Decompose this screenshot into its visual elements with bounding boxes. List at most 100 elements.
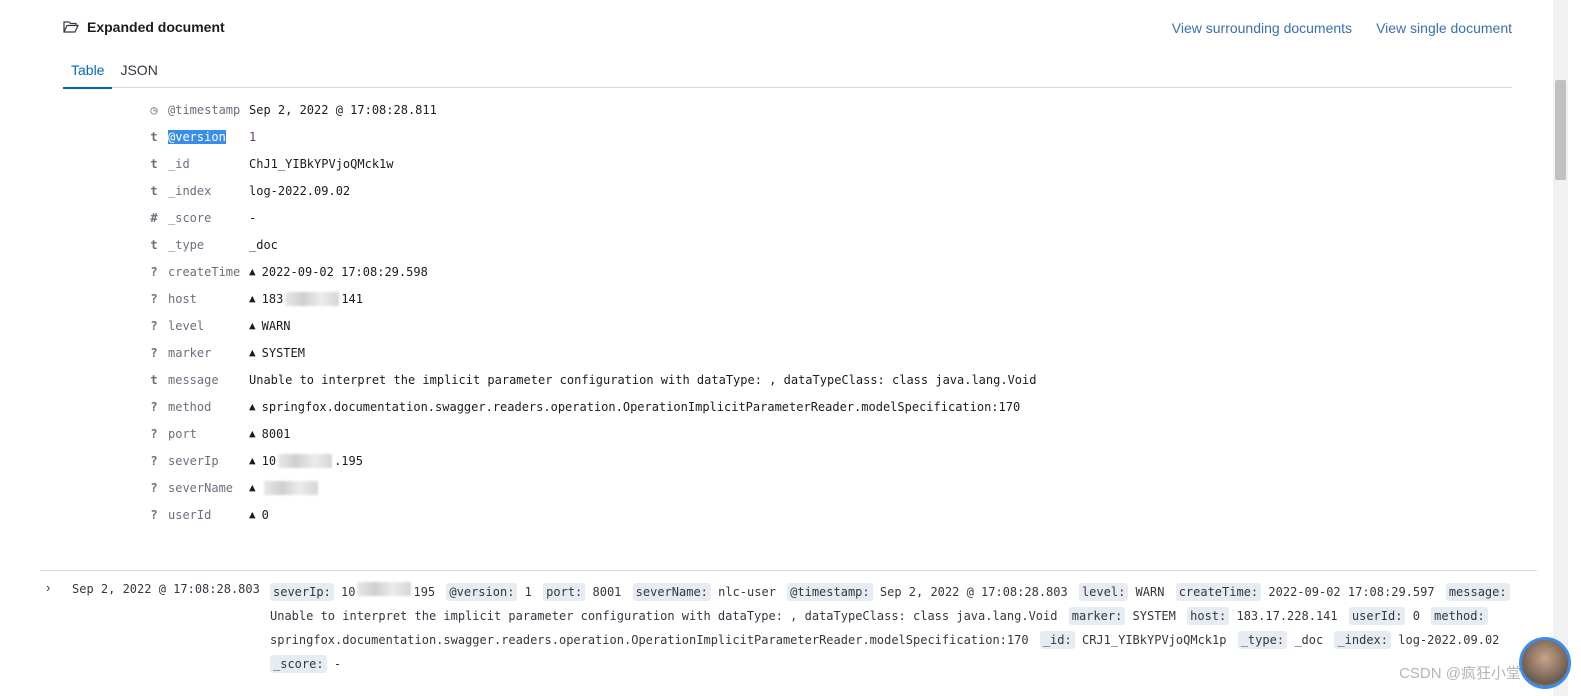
tab-table[interactable]: Table — [63, 58, 113, 89]
field-value: ▲ SYSTEM — [249, 345, 305, 360]
tab-json[interactable]: JSON — [112, 58, 165, 87]
field-type-icon: ? — [150, 453, 158, 468]
field-pair: marker: SYSTEM — [1068, 607, 1176, 625]
expanded-document-header: Expanded document — [63, 19, 225, 35]
warning-icon: ▲ — [249, 319, 256, 332]
field-key: marker: — [1068, 607, 1126, 625]
field-key: method: — [1431, 607, 1488, 625]
redacted-blur — [278, 453, 333, 468]
document-summary: severIp: 10 195 @version: 1 port: 8001 se… — [270, 580, 1532, 676]
field-name[interactable]: _index — [168, 184, 249, 198]
field-value: SYSTEM — [1132, 609, 1176, 623]
field-name[interactable]: severName — [168, 481, 249, 495]
field-value: ▲ — [249, 480, 320, 495]
field-row: # _score - — [140, 204, 1036, 231]
field-name[interactable]: @version — [168, 129, 249, 144]
field-name[interactable]: message — [168, 373, 249, 387]
field-value: log-2022.09.02 — [1398, 633, 1500, 647]
field-row: ? level ▲ WARN — [140, 312, 1036, 339]
scrollbar-thumb[interactable] — [1555, 80, 1566, 180]
warning-icon: ▲ — [249, 265, 256, 278]
field-value: _doc — [1294, 633, 1324, 647]
folder-open-icon — [63, 21, 79, 33]
field-type-icon: ? — [150, 480, 158, 495]
redacted-blur — [357, 582, 412, 596]
field-row: ? port ▲ 8001 — [140, 420, 1036, 447]
warning-icon: ▲ — [249, 292, 256, 305]
field-value: ▲ 10.195 — [249, 453, 363, 468]
field-value: Unable to interpret the implicit paramet… — [249, 372, 1037, 387]
expand-chevron-icon[interactable]: › — [46, 580, 50, 595]
field-pair: _type: _doc — [1237, 631, 1324, 649]
field-key: _score: — [270, 655, 327, 673]
field-row: ? method ▲ springfox.documentation.swagger.… — [140, 393, 1036, 420]
field-pair: @timestamp: Sep 2, 2022 @ 17:08:28.803 — [787, 583, 1068, 601]
field-name[interactable]: @timestamp — [168, 103, 249, 117]
field-type-icon: t — [150, 237, 158, 252]
field-row: t _type _doc — [140, 231, 1036, 258]
field-value: - — [249, 210, 257, 225]
field-pair: userId: 0 — [1348, 607, 1420, 625]
field-key: _id: — [1039, 631, 1075, 649]
header-title: Expanded document — [87, 19, 225, 35]
field-value: 1 — [249, 129, 257, 144]
field-value: 8001 — [592, 585, 622, 599]
field-row: ? severIp ▲ 10.195 — [140, 447, 1036, 474]
field-value: ▲ 0 — [249, 507, 269, 522]
field-name[interactable]: severIp — [168, 454, 249, 468]
warning-icon: ▲ — [249, 454, 256, 467]
field-pair: severIp: 10 195 — [270, 582, 435, 601]
avatar — [1519, 637, 1571, 689]
tabs: Table JSON — [63, 58, 1512, 89]
field-name[interactable]: marker — [168, 346, 249, 360]
view-surrounding-documents-link[interactable]: View surrounding documents — [1172, 20, 1352, 36]
field-key: level: — [1078, 583, 1129, 601]
field-value: 1 — [524, 585, 532, 599]
field-key: userId: — [1348, 607, 1406, 625]
field-name[interactable]: _id — [168, 157, 249, 171]
field-pair: _score: - — [270, 655, 342, 673]
field-value: 2022-09-02 17:08:29.597 — [1268, 585, 1435, 599]
field-value: ▲ 2022-09-02 17:08:29.598 — [249, 264, 428, 279]
scrollbar[interactable] — [1553, 0, 1568, 696]
field-row: t _index log-2022.09.02 — [140, 177, 1036, 204]
field-value: log-2022.09.02 — [249, 183, 351, 198]
field-pair: @version: 1 — [446, 583, 532, 601]
field-value: nlc-user — [718, 585, 776, 599]
field-row: ◷ @timestamp Sep 2, 2022 @ 17:08:28.811 — [140, 96, 1036, 123]
redacted-blur — [263, 480, 318, 495]
field-key: host: — [1187, 607, 1230, 625]
field-value: CRJ1_YIBkYPVjoQMck1p — [1081, 633, 1227, 647]
field-row: t @version 1 — [140, 123, 1036, 150]
field-type-icon: ? — [150, 426, 158, 441]
field-name[interactable]: level — [168, 319, 249, 333]
field-name[interactable]: userId — [168, 508, 249, 522]
field-value: - — [333, 657, 342, 671]
watermark: CSDN @疯狂小堂 — [1399, 665, 1521, 682]
field-value: ▲ 8001 — [249, 426, 291, 441]
field-pair: createTime: 2022-09-02 17:08:29.597 — [1175, 583, 1435, 601]
divider — [40, 570, 1537, 571]
field-type-icon: ? — [150, 399, 158, 414]
field-value: 0 — [1412, 609, 1420, 623]
field-key: severIp: — [270, 583, 334, 601]
field-value: ▲ WARN — [249, 318, 291, 333]
field-type-icon: t — [150, 372, 158, 387]
field-type-icon: ? — [150, 264, 158, 279]
field-value: 10 — [341, 585, 356, 599]
field-pair: host: 183.17.228.141 — [1187, 607, 1338, 625]
field-type-icon: ? — [150, 318, 158, 333]
field-value: _doc — [249, 237, 278, 252]
field-name[interactable]: method — [168, 400, 249, 414]
field-type-icon: ? — [150, 507, 158, 522]
field-type-icon: ? — [150, 345, 158, 360]
field-name[interactable]: host — [168, 292, 249, 306]
field-name[interactable]: port — [168, 427, 249, 441]
field-name[interactable]: _score — [168, 211, 249, 225]
field-type-icon: ? — [150, 291, 158, 306]
field-name[interactable]: _type — [168, 238, 249, 252]
field-name[interactable]: createTime — [168, 265, 249, 279]
field-type-icon: # — [150, 210, 158, 225]
field-table: ◷ @timestamp Sep 2, 2022 @ 17:08:28.811 t @v… — [140, 96, 1036, 528]
view-single-document-link[interactable]: View single document — [1376, 20, 1512, 36]
